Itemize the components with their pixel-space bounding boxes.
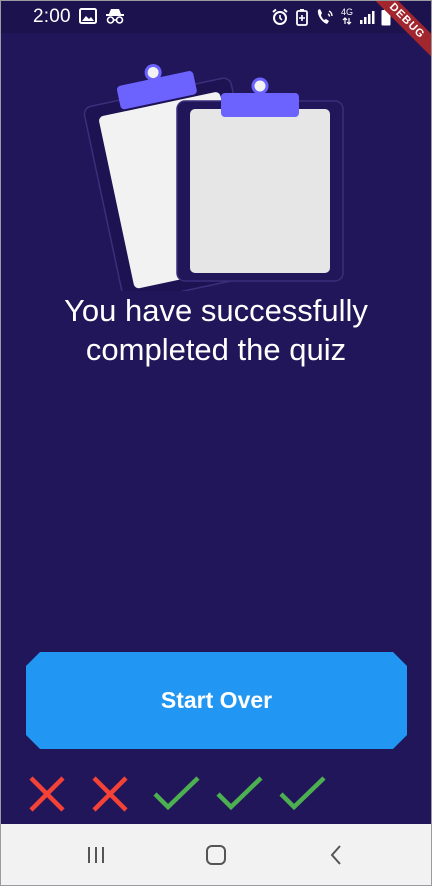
image-icon <box>79 8 97 24</box>
completion-message: You have successfully completed the quiz <box>64 293 368 367</box>
home-icon[interactable] <box>196 840 236 870</box>
start-over-button[interactable]: Start Over <box>26 652 407 749</box>
back-icon[interactable] <box>316 840 356 870</box>
app-screen: 2:00 4G DEBUG You have successfully comp… <box>0 0 432 886</box>
recent-apps-icon[interactable] <box>76 840 116 870</box>
check-icon <box>216 772 279 816</box>
x-icon <box>90 772 153 816</box>
check-icon <box>279 772 342 816</box>
battery-saver-icon <box>295 8 309 26</box>
alarm-icon <box>271 8 289 26</box>
x-icon <box>27 772 90 816</box>
check-icon <box>153 772 216 816</box>
score-keeper <box>27 772 342 816</box>
clipboards-illustration <box>81 41 351 303</box>
status-bar: 2:00 4G DEBUG <box>1 1 431 63</box>
signal-icon <box>359 9 375 25</box>
incognito-icon <box>105 8 125 24</box>
status-time: 2:00 <box>33 6 71 27</box>
network-type: 4G <box>341 7 353 25</box>
navigation-bar <box>1 824 431 885</box>
wifi-calling-icon <box>315 8 335 26</box>
